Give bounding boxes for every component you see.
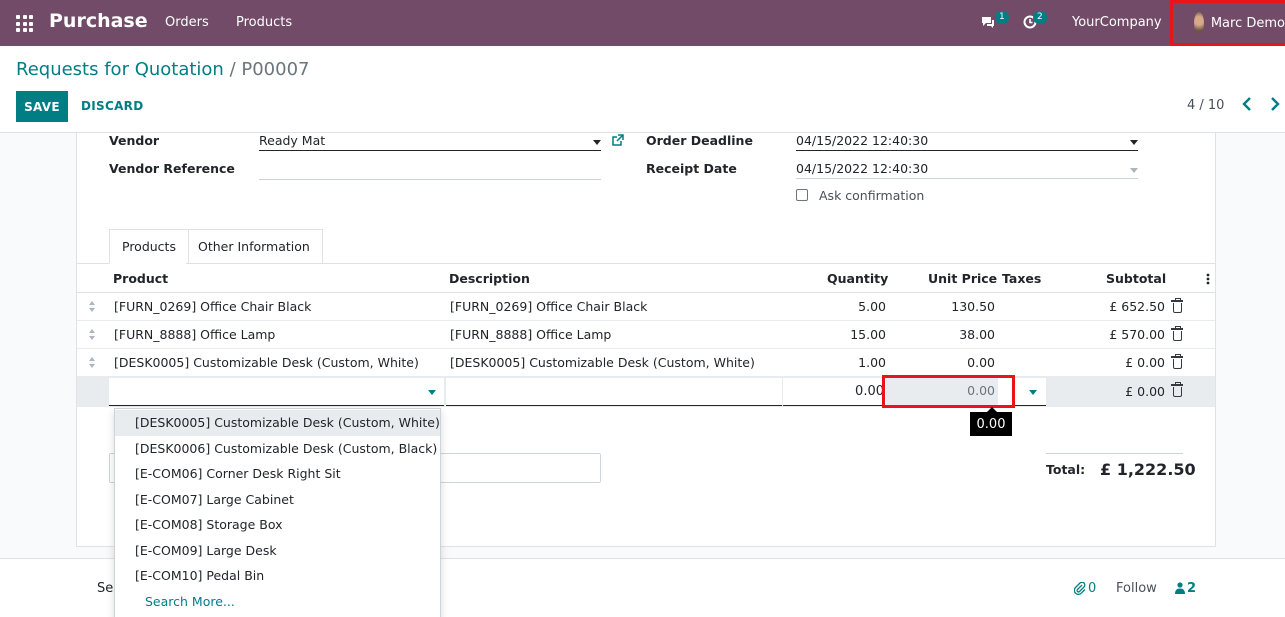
pager-next-icon[interactable] xyxy=(1270,96,1280,115)
row-quantity[interactable]: 15.00 xyxy=(850,327,886,342)
row-quantity[interactable]: 1.00 xyxy=(858,355,886,370)
avatar xyxy=(1194,12,1204,34)
follow-button[interactable]: Follow xyxy=(1116,581,1157,596)
user-menu[interactable]: Marc Demo xyxy=(1170,0,1285,46)
taxes-dropdown-icon[interactable] xyxy=(1029,390,1037,395)
row-product[interactable]: [FURN_8888] Office Lamp xyxy=(114,327,275,342)
total-divider xyxy=(1046,453,1183,454)
followers-icon[interactable] xyxy=(1175,582,1185,594)
drag-handle-icon[interactable] xyxy=(89,329,96,340)
row-unit-price[interactable]: 38.00 xyxy=(959,327,995,342)
dropdown-item[interactable]: [DESK0005] Customizable Desk (Custom, Wh… xyxy=(115,410,440,436)
delete-row-icon[interactable] xyxy=(1171,354,1183,369)
column-options-icon[interactable] xyxy=(1206,273,1210,285)
vendor-reference-label: Vendor Reference xyxy=(109,161,235,176)
dropdown-item[interactable]: [E-COM07] Large Cabinet xyxy=(115,487,440,513)
delete-row-icon[interactable] xyxy=(1171,326,1183,341)
new-description-input[interactable] xyxy=(446,378,782,406)
new-product-input[interactable] xyxy=(109,378,444,406)
editing-row[interactable]: 0.00 0.00 £ 0.00 xyxy=(77,377,1215,407)
row-subtotal: £ 0.00 xyxy=(1125,355,1165,370)
messages-count-badge: 1 xyxy=(995,11,1009,24)
dropdown-item[interactable]: [E-COM09] Large Desk xyxy=(115,538,440,564)
row-subtotal: £ 570.00 xyxy=(1109,327,1165,342)
table-header: Product Description Quantity Unit Price … xyxy=(77,264,1215,293)
messages-icon[interactable] xyxy=(980,15,996,29)
new-row-subtotal: £ 0.00 xyxy=(1125,384,1165,399)
ask-confirmation-label: Ask confirmation xyxy=(819,188,925,203)
dropdown-item[interactable]: [DESK0006] Customizable Desk (Custom, Bl… xyxy=(115,436,440,462)
pager-previous-icon[interactable] xyxy=(1242,96,1252,115)
row-product[interactable]: [FURN_0269] Office Chair Black xyxy=(114,299,311,314)
dropdown-item[interactable]: [E-COM08] Storage Box xyxy=(115,512,440,538)
col-taxes[interactable]: Taxes xyxy=(1002,271,1041,286)
breadcrumb-separator: / xyxy=(223,59,242,80)
row-description[interactable]: [FURN_0269] Office Chair Black xyxy=(450,299,647,314)
col-subtotal[interactable]: Subtotal xyxy=(1106,271,1166,286)
ask-confirmation-checkbox[interactable] xyxy=(796,189,808,201)
product-dropdown-icon[interactable] xyxy=(428,390,436,395)
new-quantity-input[interactable]: 0.00 xyxy=(783,378,886,406)
drag-handle-icon[interactable] xyxy=(89,301,96,312)
row-subtotal: £ 652.50 xyxy=(1109,299,1165,314)
row-description[interactable]: [FURN_8888] Office Lamp xyxy=(450,327,611,342)
row-unit-price[interactable]: 0.00 xyxy=(967,355,995,370)
order-deadline-dropdown-icon[interactable] xyxy=(1130,140,1138,145)
col-unit-price[interactable]: Unit Price xyxy=(928,271,997,286)
vendor-field[interactable]: Ready Mat xyxy=(259,131,601,151)
row-description[interactable]: [DESK0005] Customizable Desk (Custom, Wh… xyxy=(450,355,755,370)
col-quantity[interactable]: Quantity xyxy=(827,271,888,286)
top-navbar: Purchase Orders Products 1 2 YourCompany… xyxy=(0,0,1285,46)
discard-button[interactable]: DISCARD xyxy=(81,99,143,113)
search-more-link[interactable]: Search More... xyxy=(115,589,440,615)
company-switcher[interactable]: YourCompany xyxy=(1072,15,1162,30)
drag-handle-icon[interactable] xyxy=(89,357,96,368)
apps-menu-icon[interactable] xyxy=(16,15,33,32)
table-row[interactable]: [FURN_0269] Office Chair Black [FURN_026… xyxy=(77,293,1215,321)
receipt-date-dropdown-icon[interactable] xyxy=(1130,168,1138,173)
col-description[interactable]: Description xyxy=(449,271,530,286)
receipt-date-label: Receipt Date xyxy=(646,161,737,176)
vendor-dropdown-icon[interactable] xyxy=(593,140,601,145)
col-product[interactable]: Product xyxy=(113,271,168,286)
save-button[interactable]: SAVE xyxy=(16,91,68,122)
user-name: Marc Demo xyxy=(1210,15,1285,31)
product-autocomplete-dropdown: [DESK0005] Customizable Desk (Custom, Wh… xyxy=(114,408,441,617)
attachments-count[interactable]: 0 xyxy=(1088,581,1096,596)
order-deadline-label: Order Deadline xyxy=(646,133,753,148)
app-name[interactable]: Purchase xyxy=(49,10,148,32)
table-row[interactable]: [DESK0005] Customizable Desk (Custom, Wh… xyxy=(77,349,1215,377)
vendor-label: Vendor xyxy=(109,133,160,148)
row-product[interactable]: [DESK0005] Customizable Desk (Custom, Wh… xyxy=(114,355,419,370)
breadcrumb-parent[interactable]: Requests for Quotation xyxy=(16,59,224,80)
vendor-reference-field[interactable] xyxy=(259,160,601,180)
receipt-date-field[interactable]: 04/15/2022 12:40:30 xyxy=(796,159,1138,179)
total-label: Total: xyxy=(1046,462,1086,477)
table-row[interactable]: [FURN_8888] Office Lamp [FURN_8888] Offi… xyxy=(77,321,1215,349)
menu-products[interactable]: Products xyxy=(236,15,292,30)
delete-row-icon[interactable] xyxy=(1171,298,1183,313)
activities-count-badge: 2 xyxy=(1033,11,1047,24)
paperclip-icon[interactable] xyxy=(1073,581,1086,596)
followers-count[interactable]: 2 xyxy=(1187,581,1196,596)
pager-value[interactable]: 4 / 10 xyxy=(1187,98,1224,113)
tab-products[interactable]: Products xyxy=(109,229,189,264)
dropdown-item[interactable]: [E-COM06] Corner Desk Right Sit xyxy=(115,461,440,487)
control-panel: Requests for Quotation / P00007 SAVE DIS… xyxy=(0,46,1285,133)
dropdown-item[interactable]: [E-COM10] Pedal Bin xyxy=(115,563,440,589)
breadcrumb: Requests for Quotation / P00007 xyxy=(16,59,309,80)
menu-orders[interactable]: Orders xyxy=(165,15,209,30)
send-message-button[interactable]: Se xyxy=(97,581,113,596)
breadcrumb-current: P00007 xyxy=(241,59,310,80)
external-link-icon[interactable] xyxy=(611,134,624,147)
order-deadline-field[interactable]: 04/15/2022 12:40:30 xyxy=(796,131,1138,151)
tab-other-information[interactable]: Other Information xyxy=(186,229,323,264)
unit-price-tooltip: 0.00 xyxy=(970,407,1012,436)
unit-price-highlight xyxy=(882,375,1015,408)
delete-row-icon[interactable] xyxy=(1171,382,1183,397)
row-unit-price[interactable]: 130.50 xyxy=(951,299,995,314)
row-quantity[interactable]: 5.00 xyxy=(858,299,886,314)
total-value: £ 1,222.50 xyxy=(1100,460,1196,479)
